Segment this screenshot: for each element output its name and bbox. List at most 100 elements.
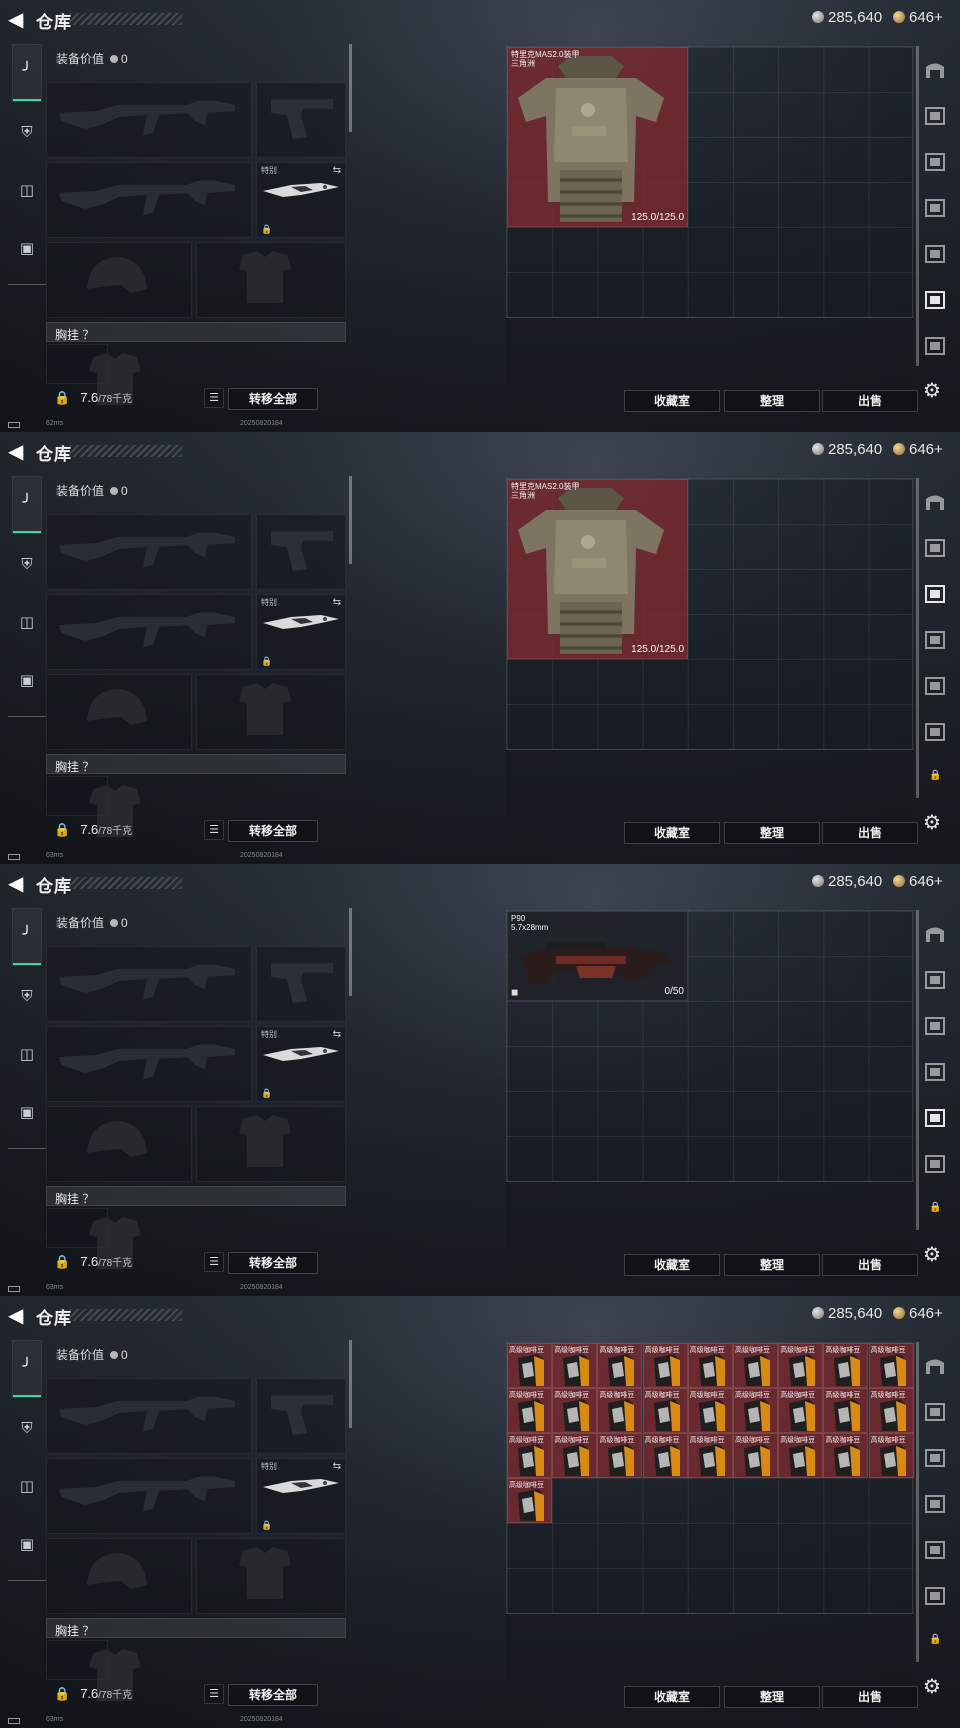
storage-scrollbar[interactable] <box>916 1342 919 1662</box>
transfer-all-button[interactable]: 转移全部 <box>228 820 318 842</box>
sell-button[interactable]: 出售 <box>822 1686 918 1708</box>
coffee-bean-item[interactable]: 高级咖啡豆 <box>642 1388 688 1433</box>
chest-rig-slot[interactable] <box>46 344 141 405</box>
gold-currency[interactable]: 646+ <box>893 9 943 26</box>
storage-box-tab-icon[interactable] <box>923 1014 947 1038</box>
storage-grid[interactable]: P90 5.7x28mm 0/50 ◼ <box>506 910 913 1182</box>
storage-box-tab-icon[interactable] <box>923 1400 947 1424</box>
knife-slot[interactable]: 特别 ⇆ 🔒 <box>256 1458 346 1534</box>
sell-button[interactable]: 出售 <box>822 1254 918 1276</box>
armor-slot[interactable] <box>196 1538 346 1614</box>
storage-box-tab-icon[interactable] <box>923 104 947 128</box>
storage-box-tab-icon[interactable] <box>923 720 947 744</box>
helmet-slot[interactable] <box>46 242 192 318</box>
coffee-bean-item[interactable]: 高级咖啡豆 <box>597 1433 643 1478</box>
settings-gear-icon[interactable]: ⚙ <box>923 378 941 403</box>
helmet-slot[interactable] <box>46 1538 192 1614</box>
warehouse-tab-icon[interactable] <box>923 1354 947 1378</box>
storage-box-tab-icon[interactable] <box>923 288 947 312</box>
gold-currency[interactable]: 646+ <box>893 441 943 458</box>
pistol-slot[interactable] <box>256 1378 346 1454</box>
equipment-scrollbar[interactable] <box>349 44 352 132</box>
case-category-icon[interactable]: ▣ <box>16 1102 38 1124</box>
primary-weapon-slot[interactable] <box>46 946 252 1022</box>
backpack-category-icon[interactable]: ◫ <box>16 180 38 202</box>
coffee-bean-item[interactable]: 高级咖啡豆 <box>507 1343 552 1388</box>
storage-box-tab-icon[interactable] <box>923 242 947 266</box>
secondary-weapon-slot[interactable] <box>46 1458 252 1534</box>
equipment-scrollbar[interactable] <box>349 476 352 564</box>
coffee-bean-item[interactable]: 高级咖啡豆 <box>642 1433 688 1478</box>
weapon-category-icon[interactable]: ╯ <box>16 492 38 514</box>
case-category-icon[interactable]: ▣ <box>16 1534 38 1556</box>
weapon-category-icon[interactable]: ╯ <box>16 60 38 82</box>
sort-button[interactable]: 整理 <box>724 1254 820 1276</box>
helmet-slot[interactable] <box>46 674 192 750</box>
coffee-bean-item[interactable]: 高级咖啡豆 <box>823 1343 869 1388</box>
coffee-bean-item[interactable]: 高级咖啡豆 <box>687 1343 733 1388</box>
p90-item[interactable]: P90 5.7x28mm 0/50 ◼ <box>507 911 688 1001</box>
storage-box-tab-icon[interactable] <box>923 334 947 358</box>
armor-slot[interactable] <box>196 674 346 750</box>
swap-icon[interactable]: ⇆ <box>333 165 341 176</box>
storage-box-tab-icon[interactable] <box>923 1060 947 1084</box>
coffee-bean-item[interactable]: 高级咖啡豆 <box>552 1388 598 1433</box>
coffee-bean-item[interactable]: 高级咖啡豆 <box>597 1388 643 1433</box>
storage-grid[interactable]: 特里克MAS2.0装甲 三角洲 125.0/125.0 <box>506 478 913 750</box>
secondary-weapon-slot[interactable] <box>46 162 252 238</box>
swap-icon[interactable]: ⇆ <box>333 1029 341 1040</box>
sort-button[interactable]: 整理 <box>724 1686 820 1708</box>
coffee-bean-item[interactable]: 高级咖啡豆 <box>868 1343 914 1388</box>
swap-icon[interactable]: ⇆ <box>333 1461 341 1472</box>
armor-item[interactable]: 特里克MAS2.0装甲 三角洲 125.0/125.0 <box>507 47 688 227</box>
armor-item[interactable]: 特里克MAS2.0装甲 三角洲 125.0/125.0 <box>507 479 688 659</box>
pistol-slot[interactable] <box>256 514 346 590</box>
chest-rig-slot[interactable] <box>46 776 141 837</box>
sort-button[interactable]: 整理 <box>724 390 820 412</box>
warehouse-tab-icon[interactable] <box>923 58 947 82</box>
back-arrow-icon[interactable]: ◀ <box>8 9 26 31</box>
armor-category-icon[interactable]: ⛨ <box>16 122 38 144</box>
storage-box-tab-icon[interactable] <box>923 150 947 174</box>
storage-scrollbar[interactable] <box>916 910 919 1230</box>
collection-button[interactable]: 收藏室 <box>624 822 720 844</box>
gold-currency[interactable]: 646+ <box>893 1305 943 1322</box>
storage-box-tab-icon[interactable] <box>923 1106 947 1130</box>
transfer-all-button[interactable]: 转移全部 <box>228 1252 318 1274</box>
weapon-category-icon[interactable]: ╯ <box>16 1356 38 1378</box>
equipment-scrollbar[interactable] <box>349 1340 352 1428</box>
case-category-icon[interactable]: ▣ <box>16 238 38 260</box>
collection-button[interactable]: 收藏室 <box>624 1686 720 1708</box>
pistol-slot[interactable] <box>256 946 346 1022</box>
coffee-bean-item[interactable]: 高级咖啡豆 <box>552 1343 598 1388</box>
storage-box-tab-icon[interactable] <box>923 582 947 606</box>
primary-weapon-slot[interactable] <box>46 514 252 590</box>
transfer-all-button[interactable]: 转移全部 <box>228 388 318 410</box>
coffee-bean-item[interactable]: 高级咖啡豆 <box>507 1433 552 1478</box>
storage-scrollbar[interactable] <box>916 478 919 798</box>
coffee-bean-item[interactable]: 高级咖啡豆 <box>733 1433 778 1478</box>
list-view-icon[interactable]: ☰ <box>204 1252 224 1272</box>
transfer-all-button[interactable]: 转移全部 <box>228 1684 318 1706</box>
chest-rig-slot[interactable] <box>46 1640 141 1701</box>
secondary-weapon-slot[interactable] <box>46 594 252 670</box>
settings-gear-icon[interactable]: ⚙ <box>923 1242 941 1267</box>
coffee-bean-item[interactable]: 高级咖啡豆 <box>868 1388 914 1433</box>
storage-box-tab-icon[interactable] <box>923 674 947 698</box>
secondary-weapon-slot[interactable] <box>46 1026 252 1102</box>
armor-category-icon[interactable]: ⛨ <box>16 986 38 1008</box>
storage-grid[interactable]: 高级咖啡豆 高级咖啡豆 高级咖啡豆 高级咖啡豆 高级咖啡豆 高级咖啡豆 高级咖啡… <box>506 1342 914 1614</box>
helmet-slot[interactable] <box>46 1106 192 1182</box>
storage-box-tab-icon[interactable] <box>923 1584 947 1608</box>
primary-weapon-slot[interactable] <box>46 1378 252 1454</box>
backpack-category-icon[interactable]: ◫ <box>16 1044 38 1066</box>
weapon-category-icon[interactable]: ╯ <box>16 924 38 946</box>
storage-grid[interactable]: 特里克MAS2.0装甲 三角洲 125.0/125.0 <box>506 46 913 318</box>
armor-category-icon[interactable]: ⛨ <box>16 1418 38 1440</box>
storage-box-tab-icon[interactable] <box>923 628 947 652</box>
chest-rig-slot[interactable] <box>46 1208 141 1269</box>
storage-scrollbar[interactable] <box>916 46 919 366</box>
back-arrow-icon[interactable]: ◀ <box>8 441 26 463</box>
sell-button[interactable]: 出售 <box>822 822 918 844</box>
sell-button[interactable]: 出售 <box>822 390 918 412</box>
